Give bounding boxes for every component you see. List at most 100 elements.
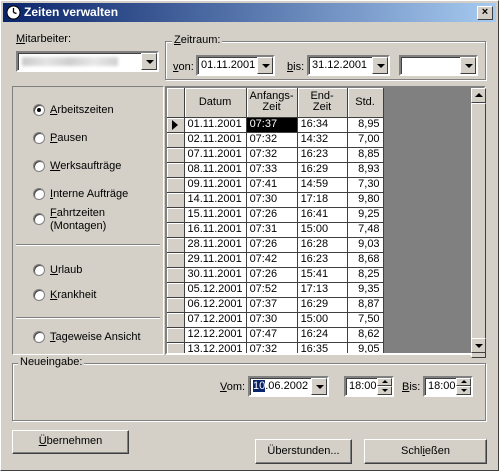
radio-werksauftraege[interactable] <box>33 160 45 172</box>
table-row[interactable]: 15.11.2001 07:26 16:41 9,25 <box>167 207 384 223</box>
row-indicator[interactable] <box>167 282 185 298</box>
chevron-down-icon[interactable] <box>372 57 388 74</box>
radio-arbeitszeiten[interactable] <box>33 104 45 116</box>
cell-anfangs-zeit[interactable]: 07:30 <box>246 192 298 208</box>
row-indicator[interactable] <box>167 312 185 328</box>
cell-std[interactable]: 8,85 <box>347 147 384 163</box>
column-header-anfangs-zeit[interactable]: Anfangs- Zeit <box>246 88 298 118</box>
time-spin-buttons[interactable] <box>377 378 392 395</box>
table-row[interactable]: 29.11.2001 07:42 16:23 8,68 <box>167 252 384 268</box>
cell-datum[interactable]: 12.12.2001 <box>184 327 247 343</box>
row-indicator[interactable] <box>167 342 185 353</box>
cell-std[interactable]: 9,35 <box>347 282 384 298</box>
table-row[interactable]: 12.12.2001 07:47 16:24 8,62 <box>167 327 384 343</box>
table-row[interactable]: 09.11.2001 07:41 14:59 7,30 <box>167 177 384 193</box>
cell-std[interactable]: 8,25 <box>347 267 384 283</box>
chevron-down-icon[interactable] <box>460 57 476 74</box>
radio-label-werksauftraege[interactable]: Werksaufträge <box>50 160 121 173</box>
row-indicator[interactable] <box>167 297 185 313</box>
radio-label-fahrtzeiten[interactable]: Fahrtzeiten (Montagen) <box>50 207 106 233</box>
spin-down-icon[interactable] <box>377 386 392 395</box>
cell-std[interactable]: 8,95 <box>347 117 384 133</box>
cell-std[interactable]: 7,48 <box>347 222 384 238</box>
cell-end-zeit[interactable]: 16:41 <box>297 207 348 223</box>
row-indicator[interactable] <box>167 192 185 208</box>
cell-end-zeit[interactable]: 14:59 <box>297 177 348 193</box>
radio-fahrtzeiten[interactable] <box>33 213 45 225</box>
cell-end-zeit[interactable]: 15:00 <box>297 222 348 238</box>
cell-anfangs-zeit[interactable]: 07:42 <box>246 252 298 268</box>
cell-datum[interactable]: 05.12.2001 <box>184 282 247 298</box>
cell-datum[interactable]: 01.11.2001 <box>184 117 247 133</box>
cell-datum[interactable]: 28.11.2001 <box>184 237 247 253</box>
cell-datum[interactable]: 08.11.2001 <box>184 162 247 178</box>
row-indicator[interactable] <box>167 207 185 223</box>
cell-end-zeit[interactable]: 17:13 <box>297 282 348 298</box>
cell-std[interactable]: 9,25 <box>347 207 384 223</box>
radio-urlaub[interactable] <box>33 264 45 276</box>
cell-std[interactable]: 9,05 <box>347 342 384 353</box>
cell-anfangs-zeit[interactable]: 07:33 <box>246 162 298 178</box>
cell-end-zeit[interactable]: 16:29 <box>297 297 348 313</box>
table-row[interactable]: 30.11.2001 07:26 15:41 8,25 <box>167 267 384 283</box>
cell-end-zeit[interactable]: 15:41 <box>297 267 348 283</box>
cell-end-zeit[interactable]: 16:23 <box>297 252 348 268</box>
cell-anfangs-zeit[interactable]: 07:52 <box>246 282 298 298</box>
radio-tageweise-ansicht[interactable] <box>33 331 45 343</box>
spin-up-icon[interactable] <box>377 378 392 386</box>
table-row[interactable]: 14.11.2001 07:30 17:18 9,80 <box>167 192 384 208</box>
zeiten-grid[interactable]: Datum Anfangs- Zeit End- Zeit Std. 01.11.2… <box>165 86 486 355</box>
radio-label-arbeitszeiten[interactable]: Arbeitszeiten <box>50 104 114 117</box>
cell-std[interactable]: 7,50 <box>347 312 384 328</box>
table-row[interactable]: 06.12.2001 07:37 16:29 8,87 <box>167 297 384 313</box>
cell-end-zeit[interactable]: 16:23 <box>297 147 348 163</box>
cell-anfangs-zeit[interactable]: 07:32 <box>246 342 298 353</box>
bis-date-picker[interactable]: 31.12.2001 <box>307 55 390 76</box>
table-row[interactable]: 02.11.2001 07:32 14:32 7,00 <box>167 132 384 148</box>
cell-anfangs-zeit[interactable]: 07:32 <box>246 132 298 148</box>
scroll-thumb[interactable] <box>471 103 486 358</box>
close-button[interactable]: × <box>477 6 493 20</box>
cell-std[interactable]: 9,03 <box>347 237 384 253</box>
cell-datum[interactable]: 14.11.2001 <box>184 192 247 208</box>
table-row[interactable]: 28.11.2001 07:26 16:28 9,03 <box>167 237 384 253</box>
cell-end-zeit[interactable]: 16:35 <box>297 342 348 353</box>
radio-label-krankheit[interactable]: Krankheit <box>50 289 96 302</box>
radio-label-urlaub[interactable]: Urlaub <box>50 264 82 277</box>
cell-end-zeit[interactable]: 17:18 <box>297 192 348 208</box>
scroll-up-icon[interactable] <box>471 88 486 103</box>
ueberstunden-button[interactable]: Überstunden... <box>255 439 352 464</box>
row-indicator[interactable] <box>167 162 185 178</box>
row-indicator[interactable] <box>167 117 185 133</box>
radio-pausen[interactable] <box>33 132 45 144</box>
vom-date-picker[interactable]: 10.06.2002 <box>248 376 329 397</box>
radio-label-interne-auftraege[interactable]: Interne Aufträge <box>50 188 128 201</box>
cell-anfangs-zeit[interactable]: 07:26 <box>246 267 298 283</box>
row-indicator[interactable] <box>167 267 185 283</box>
cell-datum[interactable]: 09.11.2001 <box>184 177 247 193</box>
column-header-end-zeit[interactable]: End- Zeit <box>297 88 348 118</box>
cell-datum[interactable]: 30.11.2001 <box>184 267 247 283</box>
von-date-picker[interactable]: 01.11.2001 <box>196 55 275 76</box>
cell-anfangs-zeit[interactable]: 07:32 <box>246 147 298 163</box>
cell-end-zeit[interactable]: 16:24 <box>297 327 348 343</box>
cell-std[interactable]: 7,00 <box>347 132 384 148</box>
table-row[interactable]: 08.11.2001 07:33 16:29 8,93 <box>167 162 384 178</box>
row-indicator[interactable] <box>167 222 185 238</box>
row-indicator[interactable] <box>167 177 185 193</box>
cell-anfangs-zeit[interactable]: 07:30 <box>246 312 298 328</box>
cell-end-zeit[interactable]: 16:29 <box>297 162 348 178</box>
radio-label-tageweise-ansicht[interactable]: Tageweise Ansicht <box>50 331 141 344</box>
chevron-down-icon[interactable] <box>311 378 327 395</box>
time-spin-buttons[interactable] <box>456 378 471 395</box>
cell-anfangs-zeit[interactable]: 07:26 <box>246 237 298 253</box>
row-indicator[interactable] <box>167 237 185 253</box>
cell-std[interactable]: 9,80 <box>347 192 384 208</box>
to-time-spinner[interactable]: 18:00 <box>423 376 473 397</box>
cell-anfangs-zeit[interactable]: 07:47 <box>246 327 298 343</box>
row-indicator[interactable] <box>167 252 185 268</box>
from-time-spinner[interactable]: 18:00 <box>344 376 394 397</box>
cell-datum[interactable]: 15.11.2001 <box>184 207 247 223</box>
mitarbeiter-combobox[interactable] <box>16 51 159 72</box>
column-header-std[interactable]: Std. <box>347 88 384 118</box>
